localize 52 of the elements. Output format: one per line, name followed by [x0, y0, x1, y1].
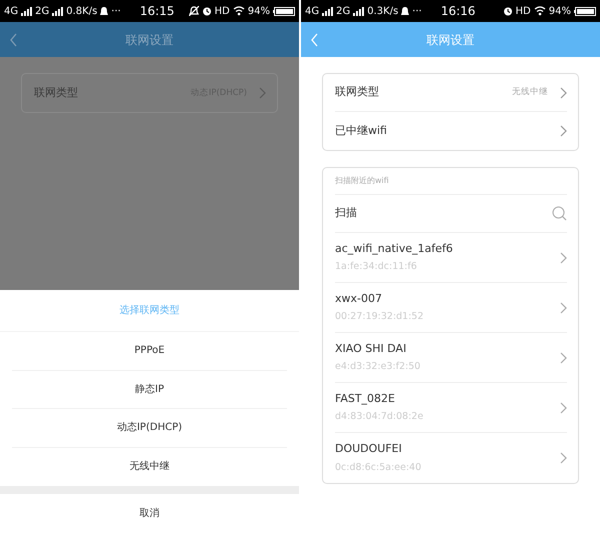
alarm-icon: [202, 6, 212, 16]
clock: 16:16: [440, 3, 476, 20]
alarm-icon: [502, 6, 513, 16]
setting-value: 无线中继: [512, 86, 548, 99]
network-label: 4G: [4, 4, 18, 18]
wifi-name: DOUDOUFEI: [335, 441, 403, 458]
search-icon[interactable]: [552, 206, 567, 221]
wifi-name: ac_wifi_native_1afef6: [335, 240, 453, 257]
speed-label: 0.8K/s: [66, 4, 98, 18]
sheet-title: 选择联网类型: [120, 304, 180, 318]
chevron-icon: [560, 402, 567, 414]
chevron-icon: [560, 452, 567, 464]
network-label: 2G: [35, 4, 50, 18]
setting-label: 联网类型: [34, 84, 78, 101]
header-title: 联网设置: [426, 32, 474, 48]
battery-label: 94%: [548, 4, 571, 18]
section-label: 扫描附近的wifi: [335, 175, 389, 187]
bell-icon: [401, 6, 410, 16]
option-item[interactable]: 静态IP: [12, 370, 287, 409]
back-icon[interactable]: [10, 33, 17, 47]
chevron-icon: [560, 86, 567, 98]
setting-label: 联网类型: [335, 84, 379, 100]
chevron-icon: [560, 252, 567, 264]
bell-icon: [100, 6, 108, 16]
hd-label: HD: [214, 4, 230, 18]
scan-label: 扫描: [335, 205, 357, 222]
battery-label: 94%: [248, 4, 270, 18]
wifi-name: xwx-007: [335, 290, 383, 307]
battery-icon: [574, 6, 596, 16]
hd-label: HD: [516, 4, 531, 18]
chevron-icon: [259, 87, 266, 99]
signal-icon: [353, 6, 364, 16]
network-label: 4G: [305, 4, 320, 18]
clock: 16:15: [140, 3, 174, 20]
chevron-icon: [560, 352, 567, 364]
signal-icon: [21, 6, 32, 16]
muted-bell-icon: [188, 6, 199, 16]
more-label: ···: [412, 4, 422, 18]
network-label: 2G: [336, 4, 350, 18]
more-label: ···: [111, 4, 121, 18]
header-title: 联网设置: [126, 32, 174, 48]
signal-icon: [322, 6, 334, 16]
wifi-icon: [534, 6, 546, 16]
chevron-icon: [560, 125, 567, 137]
signal-icon: [52, 6, 64, 16]
wifi-name: FAST_082E: [335, 390, 396, 407]
setting-label: 已中继wifi: [335, 122, 387, 139]
battery-icon: [273, 6, 295, 16]
wifi-name: XIAO SHI DAI: [335, 340, 408, 357]
wifi-icon: [232, 6, 245, 16]
chevron-icon: [560, 302, 567, 314]
speed-label: 0.3K/s: [367, 4, 398, 18]
